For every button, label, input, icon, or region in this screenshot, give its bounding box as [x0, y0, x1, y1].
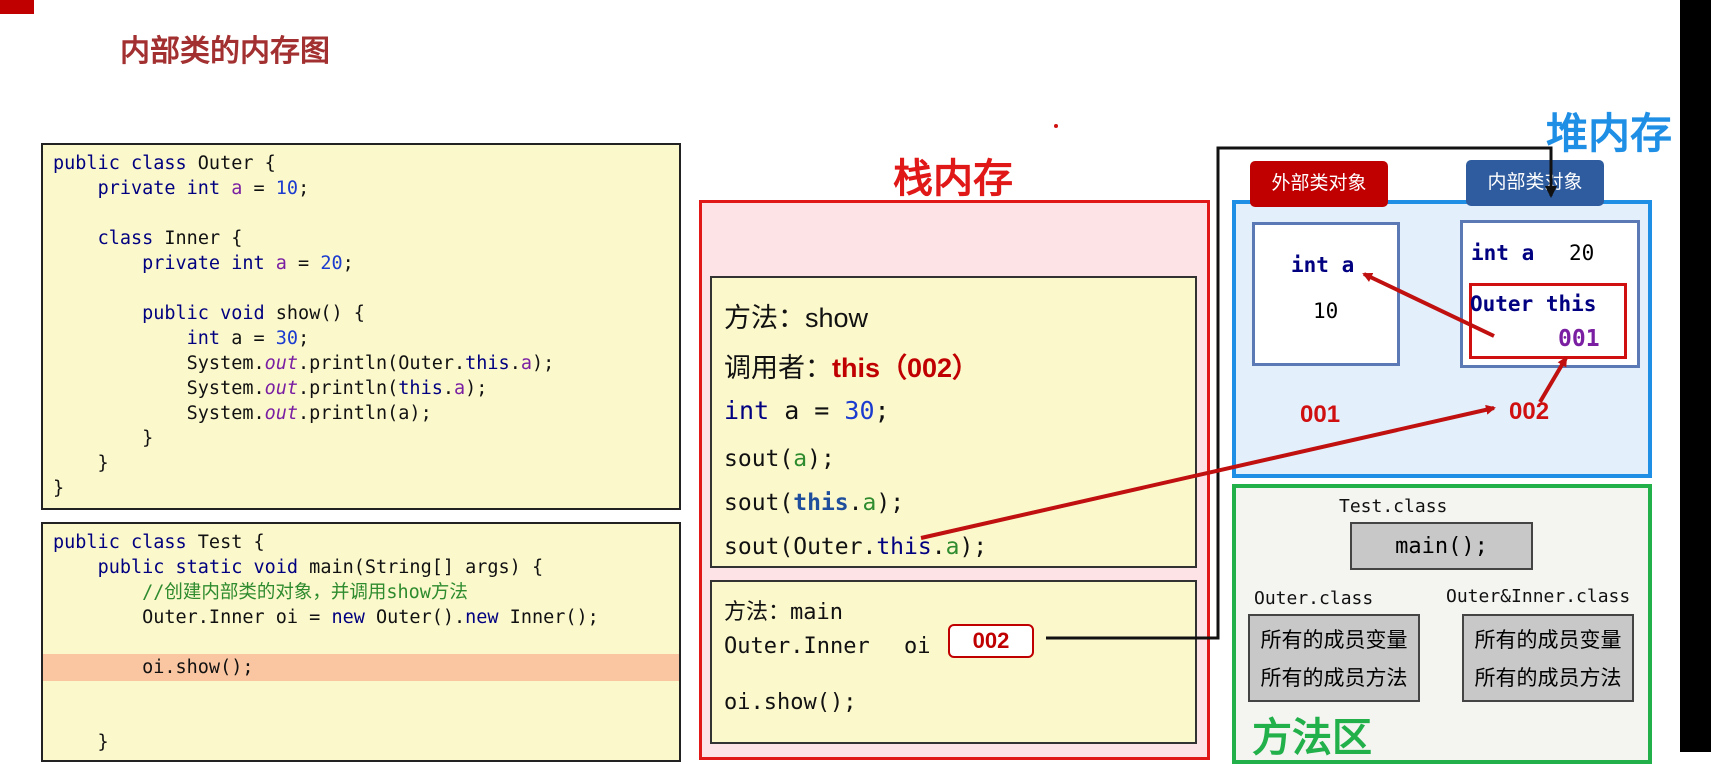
red-dot	[1054, 124, 1058, 128]
arrows-layer	[920, 124, 1568, 640]
outer-this-a-arrow	[920, 404, 1496, 540]
outer-this-arrow	[1362, 272, 1495, 338]
address-002-arrow	[1538, 356, 1568, 404]
oi-reference-line	[1046, 146, 1557, 640]
